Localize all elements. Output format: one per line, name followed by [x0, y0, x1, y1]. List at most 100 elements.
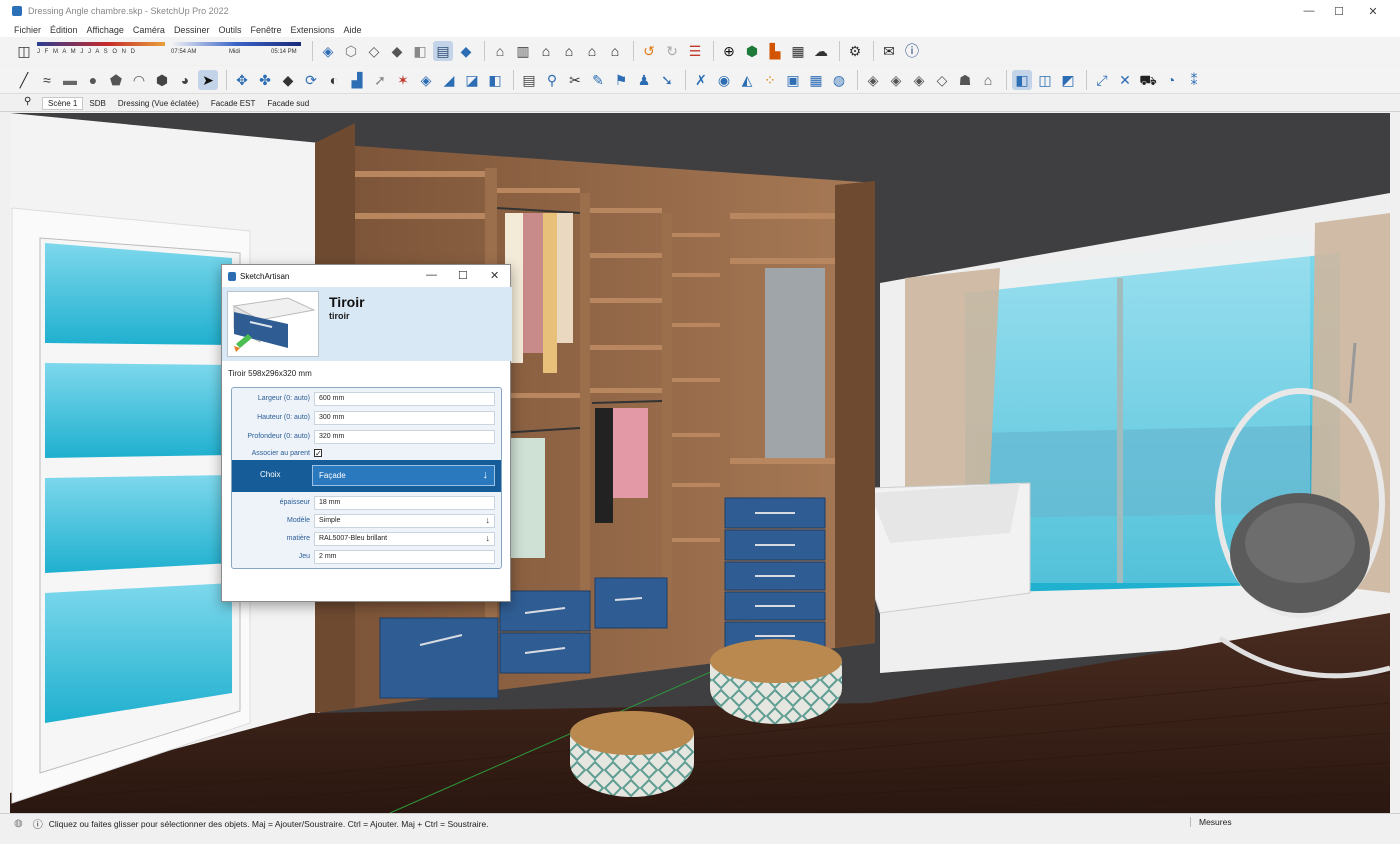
- back-edges-icon[interactable]: ◆: [456, 41, 476, 61]
- tab-scene-1[interactable]: Scène 1: [42, 96, 84, 110]
- jeu-input[interactable]: 2 mm: [314, 550, 495, 564]
- iso-view-icon[interactable]: ⌂: [490, 41, 510, 61]
- orbit-tool-icon[interactable]: ◐: [324, 70, 344, 90]
- sketchartisan-edit-icon[interactable]: ✎: [588, 70, 608, 90]
- zoom-extents-icon[interactable]: ✕: [1115, 70, 1135, 90]
- left-view-icon[interactable]: ⌂: [605, 41, 625, 61]
- top-view-icon[interactable]: ▥: [513, 41, 533, 61]
- footprints-icon[interactable]: ⁑: [1184, 70, 1204, 90]
- section-tool-icon[interactable]: ◈: [416, 70, 436, 90]
- intersect-tool-icon[interactable]: ▦: [806, 70, 826, 90]
- front-view-icon[interactable]: ⌂: [536, 41, 556, 61]
- menu-aide[interactable]: Aide: [344, 25, 362, 35]
- select-tool-icon[interactable]: ➤: [198, 69, 218, 90]
- circle-tool-icon[interactable]: ●: [83, 70, 103, 90]
- menu-edition[interactable]: Édition: [50, 25, 78, 35]
- polygon-tool-icon[interactable]: ⬟: [106, 70, 126, 90]
- push-pull-tool-icon[interactable]: ⬢: [152, 70, 172, 90]
- text-tool-icon[interactable]: ◢: [439, 70, 459, 90]
- dialog-close-button[interactable]: ✕: [490, 269, 499, 282]
- menu-camera[interactable]: Caméra: [133, 25, 165, 35]
- 3d-viewport[interactable]: [10, 113, 1390, 813]
- shadow-time-slider[interactable]: 07:54 AM Midi 05:14 PM: [171, 40, 301, 62]
- follow-me-tool-icon[interactable]: ◕: [175, 70, 195, 90]
- tab-dressing-vue-eclatee[interactable]: Dressing (Vue éclatée): [112, 97, 205, 110]
- outliner-icon[interactable]: ◫: [1035, 70, 1055, 90]
- upload-icon[interactable]: ☁: [811, 41, 831, 61]
- dialog-maximize-button[interactable]: ☐: [458, 269, 468, 282]
- associer-checkbox[interactable]: ✓: [314, 449, 322, 458]
- menu-fichier[interactable]: Fichier: [14, 25, 41, 35]
- add-detail-icon[interactable]: ⌂: [978, 70, 998, 90]
- lookaround-tool-icon[interactable]: ◉: [714, 70, 734, 90]
- sandbox-from-scratch-icon[interactable]: ◈: [886, 70, 906, 90]
- walk-tool-icon[interactable]: ✗: [691, 70, 711, 90]
- warehouse-icon[interactable]: ⬢: [742, 41, 762, 61]
- sketchartisan-drawer-icon[interactable]: ⚲: [542, 70, 562, 90]
- dialog-minimize-button[interactable]: —: [426, 269, 437, 281]
- entity-info-icon[interactable]: ◩: [1058, 70, 1078, 90]
- offset-tool-icon[interactable]: ⟳: [301, 70, 321, 90]
- paint-tool-icon[interactable]: ▟: [347, 70, 367, 90]
- menu-affichage[interactable]: Affichage: [87, 25, 124, 35]
- mail-icon[interactable]: ✉: [879, 41, 899, 61]
- scale-tool-icon[interactable]: ◆: [278, 70, 298, 90]
- menu-dessiner[interactable]: Dessiner: [174, 25, 210, 35]
- tab-sdb[interactable]: SDB: [83, 97, 111, 110]
- textured-style-icon[interactable]: ◧: [410, 41, 430, 61]
- outer-shell-icon[interactable]: ◍: [829, 70, 849, 90]
- menu-fenetre[interactable]: Fenêtre: [250, 25, 281, 35]
- profondeur-input[interactable]: 320 mm: [314, 430, 495, 444]
- info-icon[interactable]: ⓘ: [902, 41, 922, 61]
- epaisseur-input[interactable]: 18 mm: [314, 496, 495, 510]
- menu-outils[interactable]: Outils: [218, 25, 241, 35]
- tab-facade-est[interactable]: Facade EST: [205, 97, 261, 110]
- axes-tool-icon[interactable]: ✶: [393, 70, 413, 90]
- right-view-icon[interactable]: ⌂: [559, 41, 579, 61]
- menu-extensions[interactable]: Extensions: [291, 25, 335, 35]
- look-icon[interactable]: ◔: [1161, 70, 1181, 90]
- rectangle-tool-icon[interactable]: ▬: [60, 70, 80, 90]
- protractor-tool-icon[interactable]: ◧: [485, 70, 505, 90]
- tab-facade-sud[interactable]: Facade sud: [261, 97, 315, 110]
- materials-icon[interactable]: ▦: [788, 41, 808, 61]
- matiere-select[interactable]: RAL5007-Bleu brillant ↓: [314, 532, 495, 546]
- choix-select[interactable]: Façade ↓: [312, 465, 495, 486]
- hauteur-input[interactable]: 300 mm: [314, 411, 495, 425]
- rotate-tool-icon[interactable]: ✤: [255, 70, 275, 90]
- geolocation-icon[interactable]: ◍: [14, 818, 23, 829]
- tape-tool-icon[interactable]: ➚: [370, 70, 390, 90]
- line-tool-icon[interactable]: ╱: [14, 70, 34, 90]
- sketchartisan-arrow-icon[interactable]: ➘: [657, 70, 677, 90]
- info-icon[interactable]: ⓘ: [33, 816, 43, 831]
- sandbox-from-contours-icon[interactable]: ◈: [863, 70, 883, 90]
- move-tool-icon[interactable]: ✥: [232, 70, 252, 90]
- drape-tool-icon[interactable]: ☗: [955, 70, 975, 90]
- modele-select[interactable]: Simple ↓: [314, 514, 495, 528]
- settings-icon[interactable]: ⚙: [845, 41, 865, 61]
- freehand-tool-icon[interactable]: ≈: [37, 70, 57, 90]
- camera-zoom-icon[interactable]: ⤢: [1092, 70, 1112, 90]
- camera-icon[interactable]: ⛟: [1138, 70, 1158, 90]
- close-button[interactable]: ✕: [1356, 0, 1390, 22]
- solid-tool-icon[interactable]: ▣: [783, 70, 803, 90]
- add-location-icon[interactable]: ⊕: [719, 41, 739, 61]
- eraser-icon[interactable]: ◫: [14, 41, 34, 61]
- layers-icon[interactable]: ☰: [685, 41, 705, 61]
- minimize-button[interactable]: —: [1292, 0, 1326, 22]
- arc-tool-icon[interactable]: ◠: [129, 70, 149, 90]
- dimension-tool-icon[interactable]: ◪: [462, 70, 482, 90]
- hidden-line-style-icon[interactable]: ◇: [364, 41, 384, 61]
- smoove-tool-icon[interactable]: ◈: [909, 70, 929, 90]
- largeur-input[interactable]: 600 mm: [314, 392, 495, 406]
- sketchartisan-panel-icon[interactable]: ▤: [519, 70, 539, 90]
- shadow-date-slider[interactable]: J F M A M J J A S O N D: [37, 40, 165, 62]
- undo-icon[interactable]: ↺: [639, 41, 659, 61]
- maximize-button[interactable]: ☐: [1322, 0, 1356, 22]
- xray-style-icon[interactable]: ◈: [318, 41, 338, 61]
- stamp-tool-icon[interactable]: ◇: [932, 70, 952, 90]
- position-camera-icon[interactable]: ◭: [737, 70, 757, 90]
- sketchartisan-bell-icon[interactable]: ♟: [634, 70, 654, 90]
- sketchartisan-tools-icon[interactable]: ✂: [565, 70, 585, 90]
- extension-warehouse-icon[interactable]: ▙: [765, 41, 785, 61]
